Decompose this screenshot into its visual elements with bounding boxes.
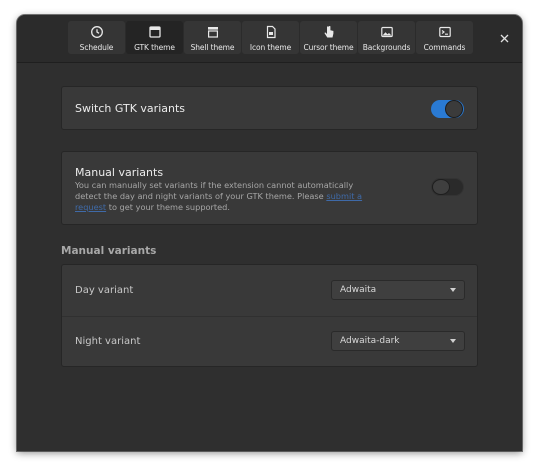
manual-variants-group: Day variant Adwaita Night variant Adwait… bbox=[61, 264, 478, 367]
tab-label: Cursor theme bbox=[303, 43, 354, 52]
chevron-down-icon bbox=[450, 339, 456, 343]
manual-variants-section-title: Manual variants bbox=[61, 245, 157, 257]
day-variant-dropdown[interactable]: Adwaita bbox=[331, 280, 465, 300]
tab-label: Commands bbox=[423, 43, 466, 52]
terminal-icon bbox=[438, 26, 451, 38]
toggle-knob bbox=[445, 100, 463, 118]
toggle-knob bbox=[432, 179, 450, 195]
tab-commands[interactable]: Commands bbox=[416, 21, 473, 54]
close-button[interactable] bbox=[496, 30, 512, 46]
close-icon bbox=[500, 34, 508, 42]
image-icon bbox=[380, 26, 393, 38]
tab-shell-theme[interactable]: Shell theme bbox=[184, 21, 241, 54]
switch-gtk-variants-toggle[interactable] bbox=[431, 100, 464, 118]
window-icon bbox=[148, 26, 161, 38]
day-variant-label: Day variant bbox=[75, 285, 134, 296]
night-variant-dropdown[interactable]: Adwaita-dark bbox=[331, 331, 465, 351]
tab-icon-theme[interactable]: Icon theme bbox=[242, 21, 299, 54]
header-bar: Schedule GTK theme Shell theme Icon them… bbox=[17, 15, 522, 63]
panel-icon bbox=[207, 27, 218, 38]
manual-variants-description: You can manually set variants if the ext… bbox=[75, 180, 375, 213]
tab-schedule[interactable]: Schedule bbox=[68, 21, 125, 54]
tab-label: GTK theme bbox=[134, 43, 175, 52]
manual-variants-title: Manual variants bbox=[75, 166, 164, 179]
clock-icon bbox=[90, 26, 103, 38]
tab-label: Icon theme bbox=[249, 43, 292, 52]
tab-cursor-theme[interactable]: Cursor theme bbox=[300, 21, 357, 54]
manual-variants-row: Manual variants You can manually set var… bbox=[61, 151, 478, 225]
divider bbox=[62, 316, 477, 317]
manual-variants-toggle[interactable] bbox=[431, 178, 464, 196]
tab-bar: Schedule GTK theme Shell theme Icon them… bbox=[68, 21, 473, 54]
switch-gtk-variants-row: Switch GTK variants bbox=[61, 86, 478, 130]
tab-gtk-theme[interactable]: GTK theme bbox=[126, 21, 183, 54]
tab-label: Backgrounds bbox=[362, 43, 411, 52]
night-variant-label: Night variant bbox=[75, 336, 141, 347]
preferences-window: Schedule GTK theme Shell theme Icon them… bbox=[17, 15, 522, 451]
description-text: You can manually set variants if the ext… bbox=[75, 180, 354, 201]
tab-label: Shell theme bbox=[190, 43, 235, 52]
night-variant-value: Adwaita-dark bbox=[340, 336, 400, 346]
pointer-hand-icon bbox=[324, 25, 333, 38]
tab-label: Schedule bbox=[79, 43, 114, 52]
day-variant-value: Adwaita bbox=[340, 285, 377, 295]
tab-backgrounds[interactable]: Backgrounds bbox=[358, 21, 415, 54]
document-icon bbox=[266, 25, 276, 39]
switch-gtk-variants-label: Switch GTK variants bbox=[75, 102, 186, 115]
description-text-end: to get your theme supported. bbox=[106, 202, 230, 212]
chevron-down-icon bbox=[450, 288, 456, 292]
